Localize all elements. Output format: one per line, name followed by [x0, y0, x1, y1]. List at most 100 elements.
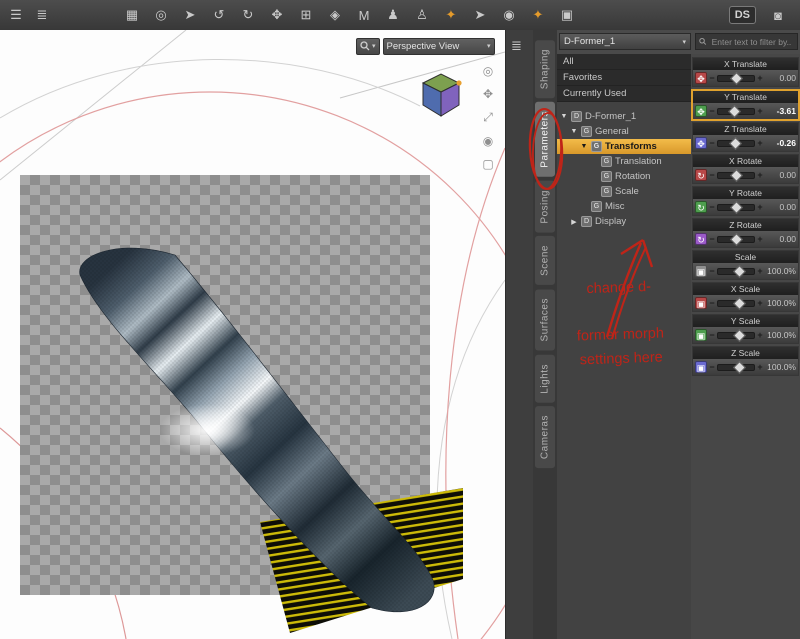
nudge-up-button[interactable]: + [757, 202, 763, 212]
pan-view-icon[interactable]: ✥ [480, 87, 496, 101]
param-z-scale: Z Scale ▣ − +100.0% [692, 346, 799, 376]
option-list-icon[interactable]: ≣ [30, 4, 54, 26]
figure-tool-icon[interactable]: ♙ [410, 4, 434, 26]
nudge-down-button[interactable]: − [709, 202, 715, 212]
tab-scene[interactable]: Scene [535, 236, 555, 286]
target-frame-icon[interactable]: ◉ [497, 4, 521, 26]
node-selector-dropdown[interactable]: D-Former_1 ▾ [559, 33, 691, 50]
morph-tool-icon[interactable]: M [352, 4, 376, 26]
nudge-up-button[interactable]: + [757, 330, 763, 340]
daz-studio-logo[interactable]: DS [728, 6, 756, 24]
tab-surfaces[interactable]: Surfaces [535, 289, 555, 351]
universal-manipulator-icon[interactable]: ✥ [265, 4, 289, 26]
slider-handle[interactable] [730, 71, 743, 85]
quick-filter-all[interactable]: All [557, 54, 691, 70]
joint-editor-icon[interactable]: ✦ [439, 4, 463, 26]
viewport-3d[interactable]: ▾ Perspective View ▾ ◎ ✥ ⤢ ◉ ▢ [0, 30, 505, 639]
slider-track[interactable] [717, 200, 755, 214]
translate-tool-icon[interactable]: ⊞ [294, 4, 318, 26]
main-menu-icon[interactable]: ☰ [4, 4, 28, 26]
param-control: ✥ − + -3.61 [693, 103, 798, 119]
slider-handle[interactable] [732, 328, 746, 342]
nudge-down-button[interactable]: − [709, 170, 715, 180]
view-selector-dropdown[interactable]: Perspective View ▾ [382, 37, 495, 55]
rotate-cw-tool-icon[interactable]: ↻ [236, 4, 260, 26]
slider-handle[interactable] [727, 104, 741, 118]
dformer-mesh-render[interactable] [0, 30, 505, 639]
orbit-view-icon[interactable]: ◎ [480, 64, 496, 78]
key-edit-icon[interactable]: ✦ [526, 4, 550, 26]
rotate-ccw-tool-icon[interactable]: ↺ [207, 4, 231, 26]
node-pointer-icon[interactable]: ➤ [468, 4, 492, 26]
cube-corner-handle[interactable] [456, 80, 462, 86]
tree-item-translation[interactable]: G Translation [557, 154, 691, 169]
nudge-down-button[interactable]: − [709, 330, 715, 340]
nudge-down-button[interactable]: − [709, 73, 715, 83]
tab-shaping[interactable]: Shaping [535, 40, 555, 99]
tree-item-general[interactable]: ▼ G General [557, 124, 691, 139]
view-options-button[interactable]: ▾ [356, 37, 380, 55]
tab-parameters[interactable]: Parameters [535, 102, 555, 177]
tree-item-rotation[interactable]: G Rotation [557, 169, 691, 184]
tab-cameras[interactable]: Cameras [535, 406, 555, 469]
tree-item-transforms[interactable]: ▼ G Transforms [557, 139, 691, 154]
slider-track[interactable] [717, 136, 755, 150]
slider-handle[interactable] [729, 136, 743, 150]
tree-item-misc[interactable]: G Misc [557, 199, 691, 214]
reset-view-icon[interactable]: ▢ [480, 157, 496, 171]
render-settings-icon[interactable]: ▣ [555, 4, 579, 26]
slider-handle[interactable] [732, 264, 746, 278]
slider-handle[interactable] [732, 360, 746, 374]
slider-handle[interactable] [732, 296, 746, 310]
nudge-up-button[interactable]: + [757, 362, 763, 372]
nudge-down-button[interactable]: − [709, 106, 715, 116]
slider-track[interactable] [717, 360, 755, 374]
slider-handle[interactable] [730, 232, 743, 246]
slider-handle[interactable] [730, 200, 743, 214]
nudge-down-button[interactable]: − [709, 362, 715, 372]
nudge-up-button[interactable]: + [757, 138, 763, 148]
tree-expander-icon[interactable]: ▼ [580, 143, 588, 150]
view-cube[interactable] [418, 68, 464, 118]
nudge-up-button[interactable]: + [757, 73, 763, 83]
nudge-down-button[interactable]: − [709, 298, 715, 308]
slider-track[interactable] [717, 168, 755, 182]
nudge-up-button[interactable]: + [757, 298, 763, 308]
tree-item-display[interactable]: ▶ D Display [557, 214, 691, 229]
tree-item-scale[interactable]: G Scale [557, 184, 691, 199]
nudge-up-button[interactable]: + [757, 170, 763, 180]
filter-input[interactable] [709, 35, 794, 48]
tree-expander-icon[interactable]: ▼ [570, 128, 578, 135]
param-label: X Scale [693, 283, 798, 295]
quick-filter-favorites[interactable]: Favorites [557, 70, 691, 86]
parameters-panel: D-Former_1 ▾ AllFavoritesCurrently Used … [557, 30, 800, 639]
tree-expander-icon[interactable]: ▼ [560, 113, 568, 120]
scale-tool-icon[interactable]: ◈ [323, 4, 347, 26]
nudge-up-button[interactable]: + [757, 234, 763, 244]
tree-expander-icon[interactable]: ▶ [570, 218, 578, 226]
slider-track[interactable] [717, 264, 755, 278]
frame-view-icon[interactable]: ◉ [480, 134, 496, 148]
tree-item-d-former-1[interactable]: ▼ D D-Former_1 [557, 109, 691, 124]
nudge-down-button[interactable]: − [709, 234, 715, 244]
tab-posing[interactable]: Posing [535, 180, 555, 233]
scene-grid-icon[interactable]: ▦ [120, 4, 144, 26]
nudge-up-button[interactable]: + [757, 106, 763, 116]
slider-track[interactable] [717, 71, 755, 85]
slider-track[interactable] [717, 296, 755, 310]
slider-track[interactable] [717, 328, 755, 342]
dolly-view-icon[interactable]: ⤢ [480, 110, 496, 125]
node-select-icon[interactable]: ◎ [149, 4, 173, 26]
nudge-down-button[interactable]: − [709, 266, 715, 276]
pointer-tool-icon[interactable]: ➤ [178, 4, 202, 26]
pane-options-icon[interactable]: ≣ [511, 38, 522, 54]
slider-track[interactable] [717, 232, 755, 246]
figure-pose-icon[interactable]: ♟ [381, 4, 405, 26]
slider-track[interactable] [717, 104, 755, 118]
tab-lights[interactable]: Lights [535, 354, 555, 403]
quick-filter-currently-used[interactable]: Currently Used [557, 86, 691, 102]
slider-handle[interactable] [730, 168, 743, 182]
nudge-down-button[interactable]: − [709, 138, 715, 148]
nudge-up-button[interactable]: + [757, 266, 763, 276]
render-camera-icon[interactable]: ◙ [766, 4, 790, 26]
